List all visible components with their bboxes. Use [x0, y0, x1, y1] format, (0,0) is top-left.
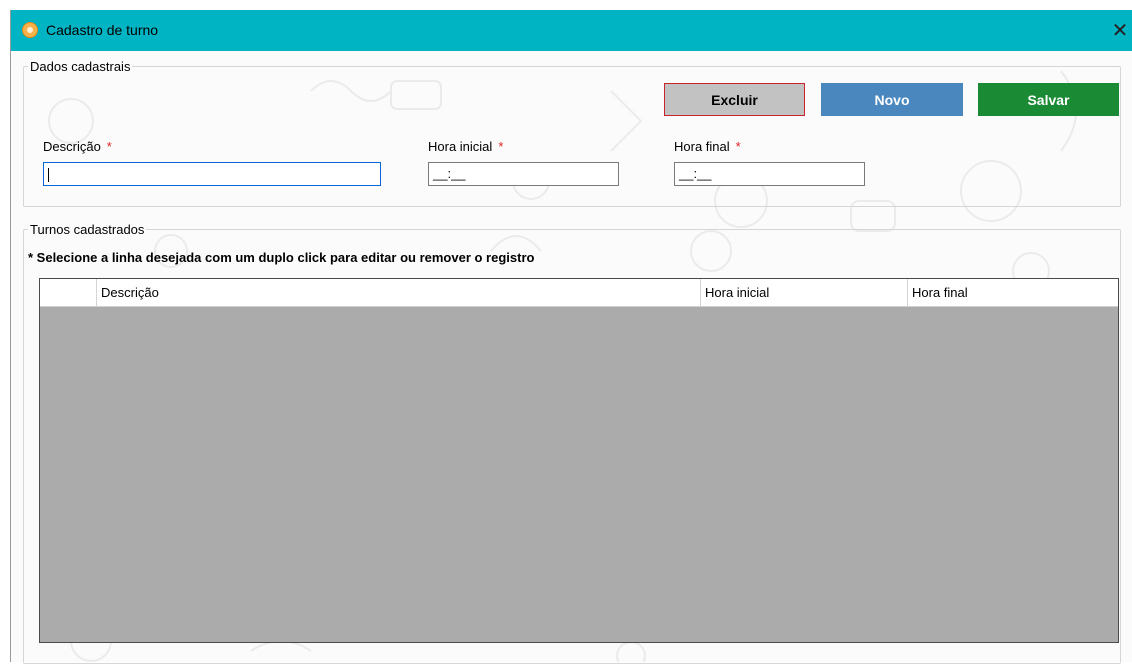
descricao-required-mark: * — [106, 139, 112, 154]
turnos-grid[interactable]: Descrição Hora inicial Hora final — [39, 278, 1119, 643]
dialog-window: Cadastro de turno ✕ Dados cadastrais Exc… — [10, 10, 1132, 664]
salvar-button[interactable]: Salvar — [978, 83, 1119, 116]
hora-final-input[interactable]: __:__ — [674, 162, 865, 186]
excluir-button[interactable]: Excluir — [664, 83, 805, 116]
hora-inicial-input[interactable]: __:__ — [428, 162, 619, 186]
instruction-text: * Selecione a linha desejada com um dupl… — [28, 250, 535, 265]
descricao-label: Descrição * — [43, 139, 112, 154]
title-bar[interactable]: Cadastro de turno ✕ — [11, 10, 1132, 51]
hora-final-label-text: Hora final — [674, 139, 730, 154]
descricao-input[interactable] — [43, 162, 381, 186]
window-title: Cadastro de turno — [46, 22, 159, 38]
text-caret — [48, 167, 49, 182]
novo-button[interactable]: Novo — [821, 83, 963, 116]
hora-final-label: Hora final * — [674, 139, 741, 154]
hora-inicial-required-mark: * — [498, 139, 504, 154]
descricao-label-text: Descrição — [43, 139, 101, 154]
hora-inicial-label-text: Hora inicial — [428, 139, 493, 154]
hora-inicial-label: Hora inicial * — [428, 139, 503, 154]
column-header-hora-final[interactable]: Hora final — [908, 279, 1118, 306]
column-header-descricao[interactable]: Descrição — [97, 279, 701, 306]
app-logo-icon — [22, 22, 38, 38]
hora-final-required-mark: * — [735, 139, 741, 154]
column-header-hora-inicial[interactable]: Hora inicial — [701, 279, 908, 306]
close-icon[interactable]: ✕ — [1107, 16, 1132, 44]
grid-header: Descrição Hora inicial Hora final — [40, 279, 1118, 307]
turnos-cadastrados-legend: Turnos cadastrados — [30, 222, 145, 237]
row-header-column[interactable] — [40, 279, 97, 306]
dados-cadastrais-legend: Dados cadastrais — [30, 59, 131, 74]
